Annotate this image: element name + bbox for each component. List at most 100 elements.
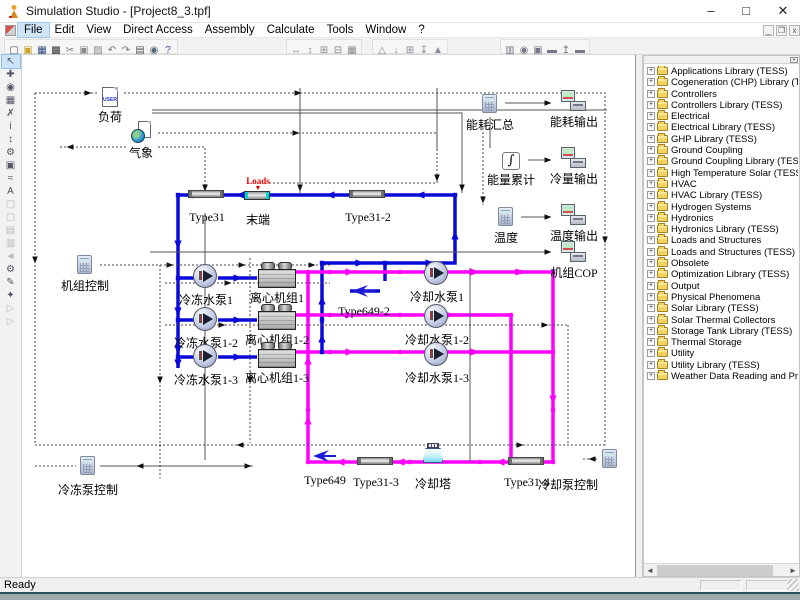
palette-icon[interactable]: ▦ xyxy=(2,94,20,107)
tree-item-hydronics[interactable]: +Hydronics xyxy=(645,213,798,224)
component-chw-pump-3[interactable] xyxy=(193,344,217,368)
tree-item-utility[interactable]: +Utility xyxy=(645,348,798,359)
tree-item-thermal-storage[interactable]: +Thermal Storage xyxy=(645,337,798,348)
tree-item-hydrogen-systems[interactable]: +Hydrogen Systems xyxy=(645,202,798,213)
expand-icon[interactable]: + xyxy=(647,361,655,369)
expand-icon[interactable]: + xyxy=(647,169,655,177)
pen-tool-icon[interactable]: ✎ xyxy=(2,276,20,289)
window-a-icon[interactable]: ▢ xyxy=(2,198,20,211)
expand-icon[interactable]: + xyxy=(647,101,655,109)
close-button[interactable]: ✕ xyxy=(766,0,800,23)
menu-tools[interactable]: Tools xyxy=(321,23,360,37)
expand-icon[interactable]: + xyxy=(647,236,655,244)
component-chiller-1[interactable] xyxy=(258,262,296,288)
tree-item-obsolete[interactable]: +Obsolete xyxy=(645,258,798,269)
expand-icon[interactable]: + xyxy=(647,180,655,188)
project-canvas[interactable]: USER负荷气象Type31末端Loads▼Type31-2能耗汇总能耗输出∫能… xyxy=(22,55,636,577)
component-type31-4[interactable] xyxy=(508,457,544,465)
tree-item-controllers[interactable]: +Controllers xyxy=(645,89,798,100)
tree-item-electrical[interactable]: +Electrical xyxy=(645,111,798,122)
info-tool-icon[interactable]: i xyxy=(2,120,20,133)
expand-icon[interactable]: + xyxy=(647,146,655,154)
component-unit-control[interactable] xyxy=(77,255,92,274)
tree-item-cogeneration-chp-library-tess[interactable]: +Cogeneration (CHP) Library (TESS) xyxy=(645,77,798,88)
tree-item-solar-thermal-collectors[interactable]: +Solar Thermal Collectors xyxy=(645,315,798,326)
component-temperature[interactable] xyxy=(498,207,513,226)
menu-view[interactable]: View xyxy=(80,23,117,37)
tree-item-output[interactable]: +Output xyxy=(645,281,798,292)
component-chiller-2[interactable] xyxy=(258,304,296,330)
component-type31-3[interactable] xyxy=(357,457,393,465)
expand-icon[interactable]: + xyxy=(647,349,655,357)
component-temp-out[interactable] xyxy=(561,204,587,226)
tree-item-solar-library-tess[interactable]: +Solar Library (TESS) xyxy=(645,303,798,314)
expand-icon[interactable]: + xyxy=(647,203,655,211)
run-a-icon[interactable]: ▷ xyxy=(2,302,20,315)
tree-item-storage-tank-library-tess[interactable]: +Storage Tank Library (TESS) xyxy=(645,326,798,337)
maximize-button[interactable]: □ xyxy=(729,0,763,23)
expand-icon[interactable]: + xyxy=(647,282,655,290)
expand-icon[interactable]: + xyxy=(647,123,655,131)
expand-icon[interactable]: + xyxy=(647,112,655,120)
panel-close-icon[interactable]: ▪ xyxy=(790,57,798,63)
expand-icon[interactable]: + xyxy=(647,90,655,98)
component-energy-out[interactable] xyxy=(561,90,587,112)
scrollbar-thumb[interactable] xyxy=(657,565,773,576)
menu-edit[interactable]: Edit xyxy=(49,23,81,37)
tree-item-hvac[interactable]: +HVAC xyxy=(645,179,798,190)
mdi-close-button[interactable]: x xyxy=(789,25,800,36)
text-tool-icon[interactable]: A xyxy=(2,185,20,198)
expand-icon[interactable]: + xyxy=(647,78,655,86)
menu-assembly[interactable]: Assembly xyxy=(199,23,261,37)
tree-item-utility-library-tess[interactable]: +Utility Library (TESS) xyxy=(645,360,798,371)
duplicate-tool-icon[interactable]: ▣ xyxy=(2,159,20,172)
reorder-tool-icon[interactable]: ↕ xyxy=(2,133,20,146)
mdi-minimize-button[interactable]: _ xyxy=(763,25,774,36)
expand-icon[interactable]: + xyxy=(647,214,655,222)
expand-icon[interactable]: + xyxy=(647,135,655,143)
tree-item-hvac-library-tess[interactable]: +HVAC Library (TESS) xyxy=(645,190,798,201)
component-chiller-3[interactable] xyxy=(258,342,296,368)
curve-tool-icon[interactable]: ≈ xyxy=(2,172,20,185)
expand-icon[interactable]: + xyxy=(647,372,655,380)
menu-direct-access[interactable]: Direct Access xyxy=(117,23,199,37)
select-tool-icon[interactable]: ↖ xyxy=(2,55,20,68)
build-tool-icon[interactable]: ✦ xyxy=(2,289,20,302)
tree-item-electrical-library-tess[interactable]: +Electrical Library (TESS) xyxy=(645,122,798,133)
panel-header[interactable]: ▪ xyxy=(644,56,799,64)
menu-file[interactable]: File xyxy=(18,23,49,37)
component-chw-pump-control[interactable] xyxy=(80,456,95,475)
tree-item-physical-phenomena[interactable]: +Physical Phenomena xyxy=(645,292,798,303)
tree-item-ghp-library-tess[interactable]: +GHP Library (TESS) xyxy=(645,134,798,145)
component-cw-pump-3[interactable] xyxy=(424,342,448,366)
menu-?[interactable]: ? xyxy=(412,23,430,37)
component-load[interactable]: USER xyxy=(102,87,118,107)
component-cooling-tower[interactable] xyxy=(423,443,443,463)
component-weather[interactable] xyxy=(131,121,151,143)
tree-item-controllers-library-tess[interactable]: +Controllers Library (TESS) xyxy=(645,100,798,111)
component-chw-pump-1[interactable] xyxy=(193,264,217,288)
expand-icon[interactable]: + xyxy=(647,327,655,335)
component-energy-sum[interactable] xyxy=(482,94,497,113)
mdi-restore-button[interactable]: ❐ xyxy=(776,25,787,36)
tree-item-high-temperature-solar-tess[interactable]: +High Temperature Solar (TESS) xyxy=(645,168,798,179)
expand-icon[interactable]: + xyxy=(647,316,655,324)
scroll-left-icon[interactable]: ◄ xyxy=(644,565,656,576)
panel-splitter[interactable] xyxy=(636,55,643,577)
back-tool-icon[interactable]: ◄ xyxy=(2,250,20,263)
component-cw-pump-control[interactable] xyxy=(602,449,617,468)
delete-tool-icon[interactable]: ✗ xyxy=(2,107,20,120)
wrench-tool-icon[interactable]: ⚙ xyxy=(2,146,20,159)
component-cw-pump-1[interactable] xyxy=(424,261,448,285)
expand-icon[interactable]: + xyxy=(647,293,655,301)
expand-icon[interactable]: + xyxy=(647,259,655,267)
expand-icon[interactable]: + xyxy=(647,157,655,165)
tree-item-hydronics-library-tess[interactable]: +Hydronics Library (TESS) xyxy=(645,224,798,235)
component-type649-2[interactable] xyxy=(351,283,377,299)
tree-item-applications-library-tess[interactable]: +Applications Library (TESS) xyxy=(645,66,798,77)
expand-icon[interactable]: + xyxy=(647,304,655,312)
layers-tool-icon[interactable]: ▤ xyxy=(2,224,20,237)
settings-tool-icon[interactable]: ⚙ xyxy=(2,263,20,276)
expand-icon[interactable]: + xyxy=(647,248,655,256)
minimize-button[interactable]: – xyxy=(694,0,728,23)
